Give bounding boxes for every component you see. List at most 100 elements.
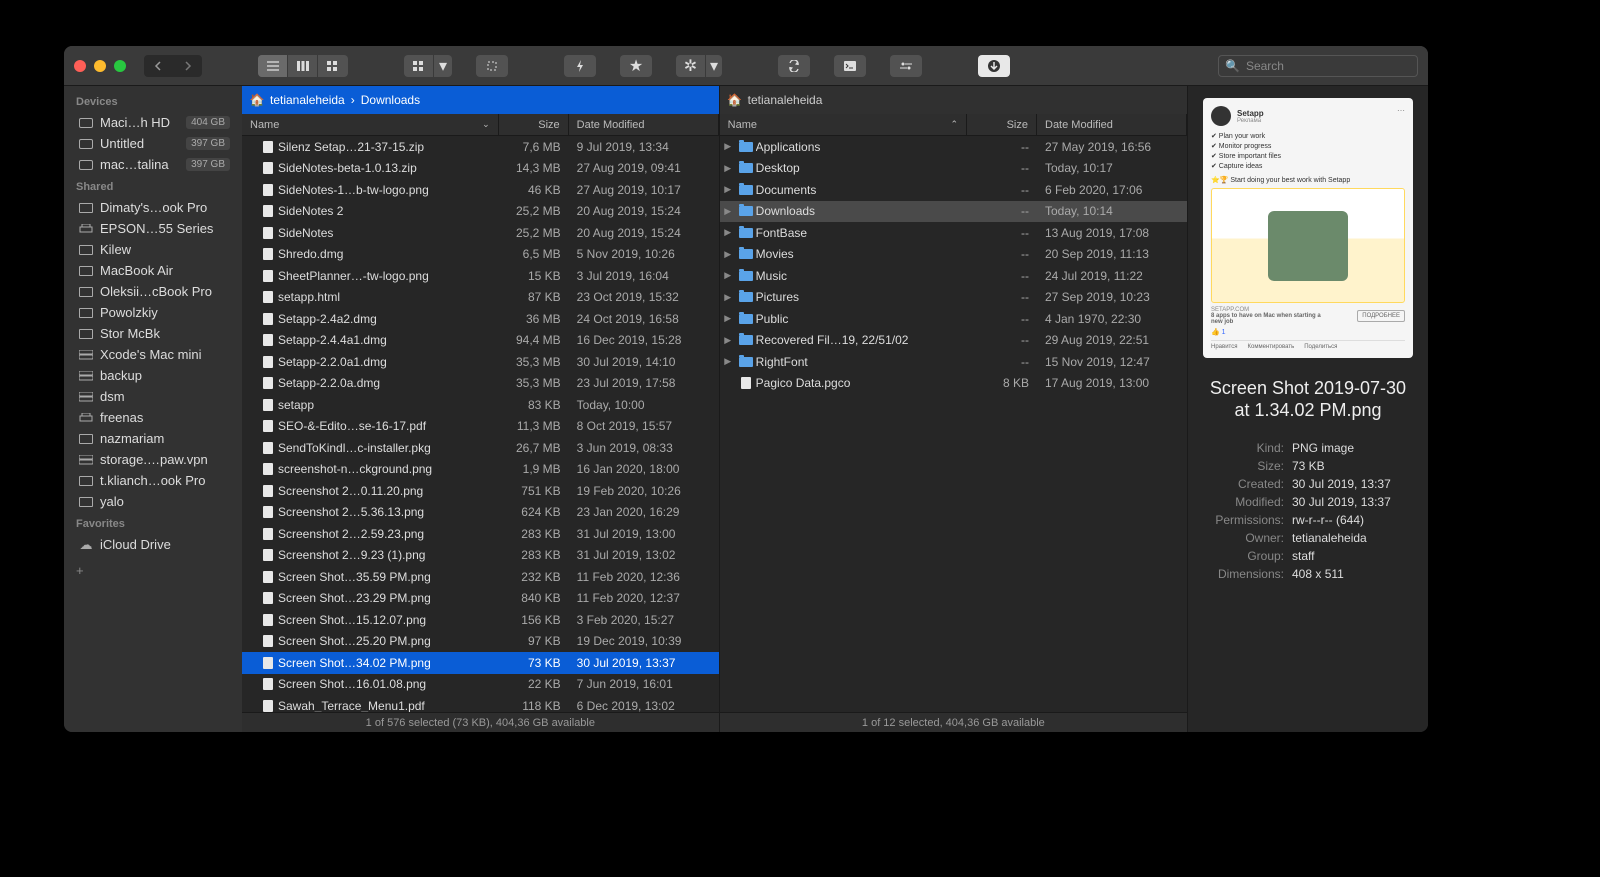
pathbar-right[interactable]: 🏠 tetianaleheida <box>720 86 1187 114</box>
list-view-button[interactable] <box>258 55 288 77</box>
sidebar-item[interactable]: backup <box>64 365 242 386</box>
file-row[interactable]: SideNotes-1…b-tw-logo.png46 KB27 Aug 201… <box>242 179 719 201</box>
sidebar-item[interactable]: Oleksii…cBook Pro <box>64 281 242 302</box>
file-row[interactable]: Setapp-2.4a2.dmg36 MB24 Oct 2019, 16:58 <box>242 308 719 330</box>
minimize-button[interactable] <box>94 60 106 72</box>
file-row[interactable]: ▶RightFont--15 Nov 2019, 12:47 <box>720 351 1187 373</box>
download-button[interactable] <box>978 55 1010 77</box>
file-row[interactable]: screenshot-n…ckground.png1,9 MB16 Jan 20… <box>242 459 719 481</box>
sidebar-item[interactable]: freenas <box>64 407 242 428</box>
tools-button[interactable] <box>890 55 922 77</box>
disclosure-triangle[interactable]: ▶ <box>720 163 736 174</box>
column-view-button[interactable] <box>288 55 318 77</box>
sidebar-add-button[interactable]: + <box>64 555 242 586</box>
disclosure-triangle[interactable]: ▶ <box>720 313 736 324</box>
filelist-left[interactable]: Silenz Setap…21-37-15.zip7,6 MB9 Jul 201… <box>242 136 719 712</box>
file-row[interactable]: Screen Shot…23.29 PM.png840 KB11 Feb 202… <box>242 588 719 610</box>
col-size[interactable]: Size <box>499 114 569 135</box>
file-row[interactable]: Shredo.dmg6,5 MB5 Nov 2019, 10:26 <box>242 244 719 266</box>
file-row[interactable]: Setapp-2.2.0a1.dmg35,3 MB30 Jul 2019, 14… <box>242 351 719 373</box>
favorite-button[interactable]: ★ <box>620 55 652 77</box>
gear-icon[interactable]: ✲ <box>676 55 706 77</box>
sidebar-item[interactable]: Kilew <box>64 239 242 260</box>
file-row[interactable]: SideNotes-beta-1.0.13.zip14,3 MB27 Aug 2… <box>242 158 719 180</box>
zoom-button[interactable] <box>114 60 126 72</box>
file-row[interactable]: ▶Desktop--Today, 10:17 <box>720 158 1187 180</box>
file-row[interactable]: Setapp-2.2.0a.dmg35,3 MB23 Jul 2019, 17:… <box>242 373 719 395</box>
file-row[interactable]: ▶Applications--27 May 2019, 16:56 <box>720 136 1187 158</box>
icon-view-button[interactable] <box>318 55 348 77</box>
file-row[interactable]: Screen Shot…34.02 PM.png73 KB30 Jul 2019… <box>242 652 719 674</box>
file-row[interactable]: ▶Movies--20 Sep 2019, 11:13 <box>720 244 1187 266</box>
file-row[interactable]: Setapp-2.4.4a1.dmg94,4 MB16 Dec 2019, 15… <box>242 330 719 352</box>
file-row[interactable]: Sawah_Terrace_Menu1.pdf118 KB6 Dec 2019,… <box>242 695 719 712</box>
disclosure-triangle[interactable]: ▶ <box>720 141 736 152</box>
sidebar-item[interactable]: mac…talina397 GB <box>64 154 242 175</box>
file-row[interactable]: Screenshot 2…0.11.20.png751 KB19 Feb 202… <box>242 480 719 502</box>
sidebar-item[interactable]: ☁iCloud Drive <box>64 534 242 555</box>
action-menu[interactable]: ✲ ▾ <box>676 55 722 77</box>
filelist-right[interactable]: ▶Applications--27 May 2019, 16:56▶Deskto… <box>720 136 1187 712</box>
file-row[interactable]: ▶Pictures--27 Sep 2019, 10:23 <box>720 287 1187 309</box>
sidebar-item[interactable]: dsm <box>64 386 242 407</box>
sidebar-item[interactable]: yalo <box>64 491 242 512</box>
arrange-button[interactable] <box>404 55 434 77</box>
file-row[interactable]: ▶Public--4 Jan 1970, 22:30 <box>720 308 1187 330</box>
path-segment[interactable]: Downloads <box>361 93 420 107</box>
file-row[interactable]: Screenshot 2…5.36.13.png624 KB23 Jan 202… <box>242 502 719 524</box>
disclosure-triangle[interactable]: ▶ <box>720 206 736 217</box>
sidebar-item[interactable]: Stor McBk <box>64 323 242 344</box>
file-row[interactable]: Silenz Setap…21-37-15.zip7,6 MB9 Jul 201… <box>242 136 719 158</box>
pathbar-left[interactable]: 🏠 tetianaleheida › Downloads <box>242 86 719 114</box>
file-row[interactable]: Screenshot 2…9.23 (1).png283 KB31 Jul 20… <box>242 545 719 567</box>
sidebar-item[interactable]: storage.…paw.vpn <box>64 449 242 470</box>
sidebar-item[interactable]: MacBook Air <box>64 260 242 281</box>
arrange-dropdown[interactable]: ▾ <box>434 55 452 77</box>
file-row[interactable]: ▶Music--24 Jul 2019, 11:22 <box>720 265 1187 287</box>
file-row[interactable]: SideNotes 225,2 MB20 Aug 2019, 15:24 <box>242 201 719 223</box>
file-row[interactable]: setapp83 KBToday, 10:00 <box>242 394 719 416</box>
sidebar-item[interactable]: Powolzkiy <box>64 302 242 323</box>
file-row[interactable]: ▶Recovered Fil…19, 22/51/02--29 Aug 2019… <box>720 330 1187 352</box>
file-row[interactable]: Screen Shot…25.20 PM.png97 KB19 Dec 2019… <box>242 631 719 653</box>
terminal-button[interactable] <box>834 55 866 77</box>
file-row[interactable]: SEO-&-Edito…se-16-17.pdf11,3 MB8 Oct 201… <box>242 416 719 438</box>
file-row[interactable]: Screen Shot…15.12.07.png156 KB3 Feb 2020… <box>242 609 719 631</box>
file-row[interactable]: Screenshot 2…2.59.23.png283 KB31 Jul 201… <box>242 523 719 545</box>
sidebar-item[interactable]: nazmariam <box>64 428 242 449</box>
sync-button[interactable] <box>778 55 810 77</box>
sidebar-item[interactable]: EPSON…55 Series <box>64 218 242 239</box>
file-row[interactable]: SideNotes25,2 MB20 Aug 2019, 15:24 <box>242 222 719 244</box>
file-row[interactable]: setapp.html87 KB23 Oct 2019, 15:32 <box>242 287 719 309</box>
sidebar-item[interactable]: Dimaty's…ook Pro <box>64 197 242 218</box>
path-segment[interactable]: tetianaleheida <box>748 93 823 107</box>
file-row[interactable]: Screen Shot…16.01.08.png22 KB7 Jun 2019,… <box>242 674 719 696</box>
col-date[interactable]: Date Modified <box>1037 114 1187 135</box>
sidebar-item[interactable]: Untitled397 GB <box>64 133 242 154</box>
col-name[interactable]: Name⌃ <box>720 114 967 135</box>
disclosure-triangle[interactable]: ▶ <box>720 292 736 303</box>
back-button[interactable] <box>144 55 172 77</box>
file-row[interactable]: Screen Shot…35.59 PM.png232 KB11 Feb 202… <box>242 566 719 588</box>
file-row[interactable]: SheetPlanner…-tw-logo.png15 KB3 Jul 2019… <box>242 265 719 287</box>
quick-action-button[interactable] <box>564 55 596 77</box>
crop-button[interactable] <box>476 55 508 77</box>
sidebar-item[interactable]: t.klianch…ook Pro <box>64 470 242 491</box>
file-row[interactable]: Pagico Data.pgco8 KB17 Aug 2019, 13:00 <box>720 373 1187 395</box>
forward-button[interactable] <box>174 55 202 77</box>
preview-thumbnail[interactable]: ⋯ Setapp Реклама ✔ Plan your work✔ Monit… <box>1203 98 1413 358</box>
disclosure-triangle[interactable]: ▶ <box>720 184 736 195</box>
file-row[interactable]: ▶Documents--6 Feb 2020, 17:06 <box>720 179 1187 201</box>
path-segment[interactable]: tetianaleheida <box>270 93 345 107</box>
action-dropdown[interactable]: ▾ <box>706 55 722 77</box>
sidebar-item[interactable]: Xcode's Mac mini <box>64 344 242 365</box>
col-date[interactable]: Date Modified <box>569 114 719 135</box>
file-row[interactable]: SendToKindl…c-installer.pkg26,7 MB3 Jun … <box>242 437 719 459</box>
file-row[interactable]: ▶Downloads--Today, 10:14 <box>720 201 1187 223</box>
disclosure-triangle[interactable]: ▶ <box>720 227 736 238</box>
disclosure-triangle[interactable]: ▶ <box>720 335 736 346</box>
close-button[interactable] <box>74 60 86 72</box>
disclosure-triangle[interactable]: ▶ <box>720 356 736 367</box>
search-input[interactable]: 🔍 Search <box>1218 55 1418 77</box>
col-name[interactable]: Name⌄ <box>242 114 499 135</box>
